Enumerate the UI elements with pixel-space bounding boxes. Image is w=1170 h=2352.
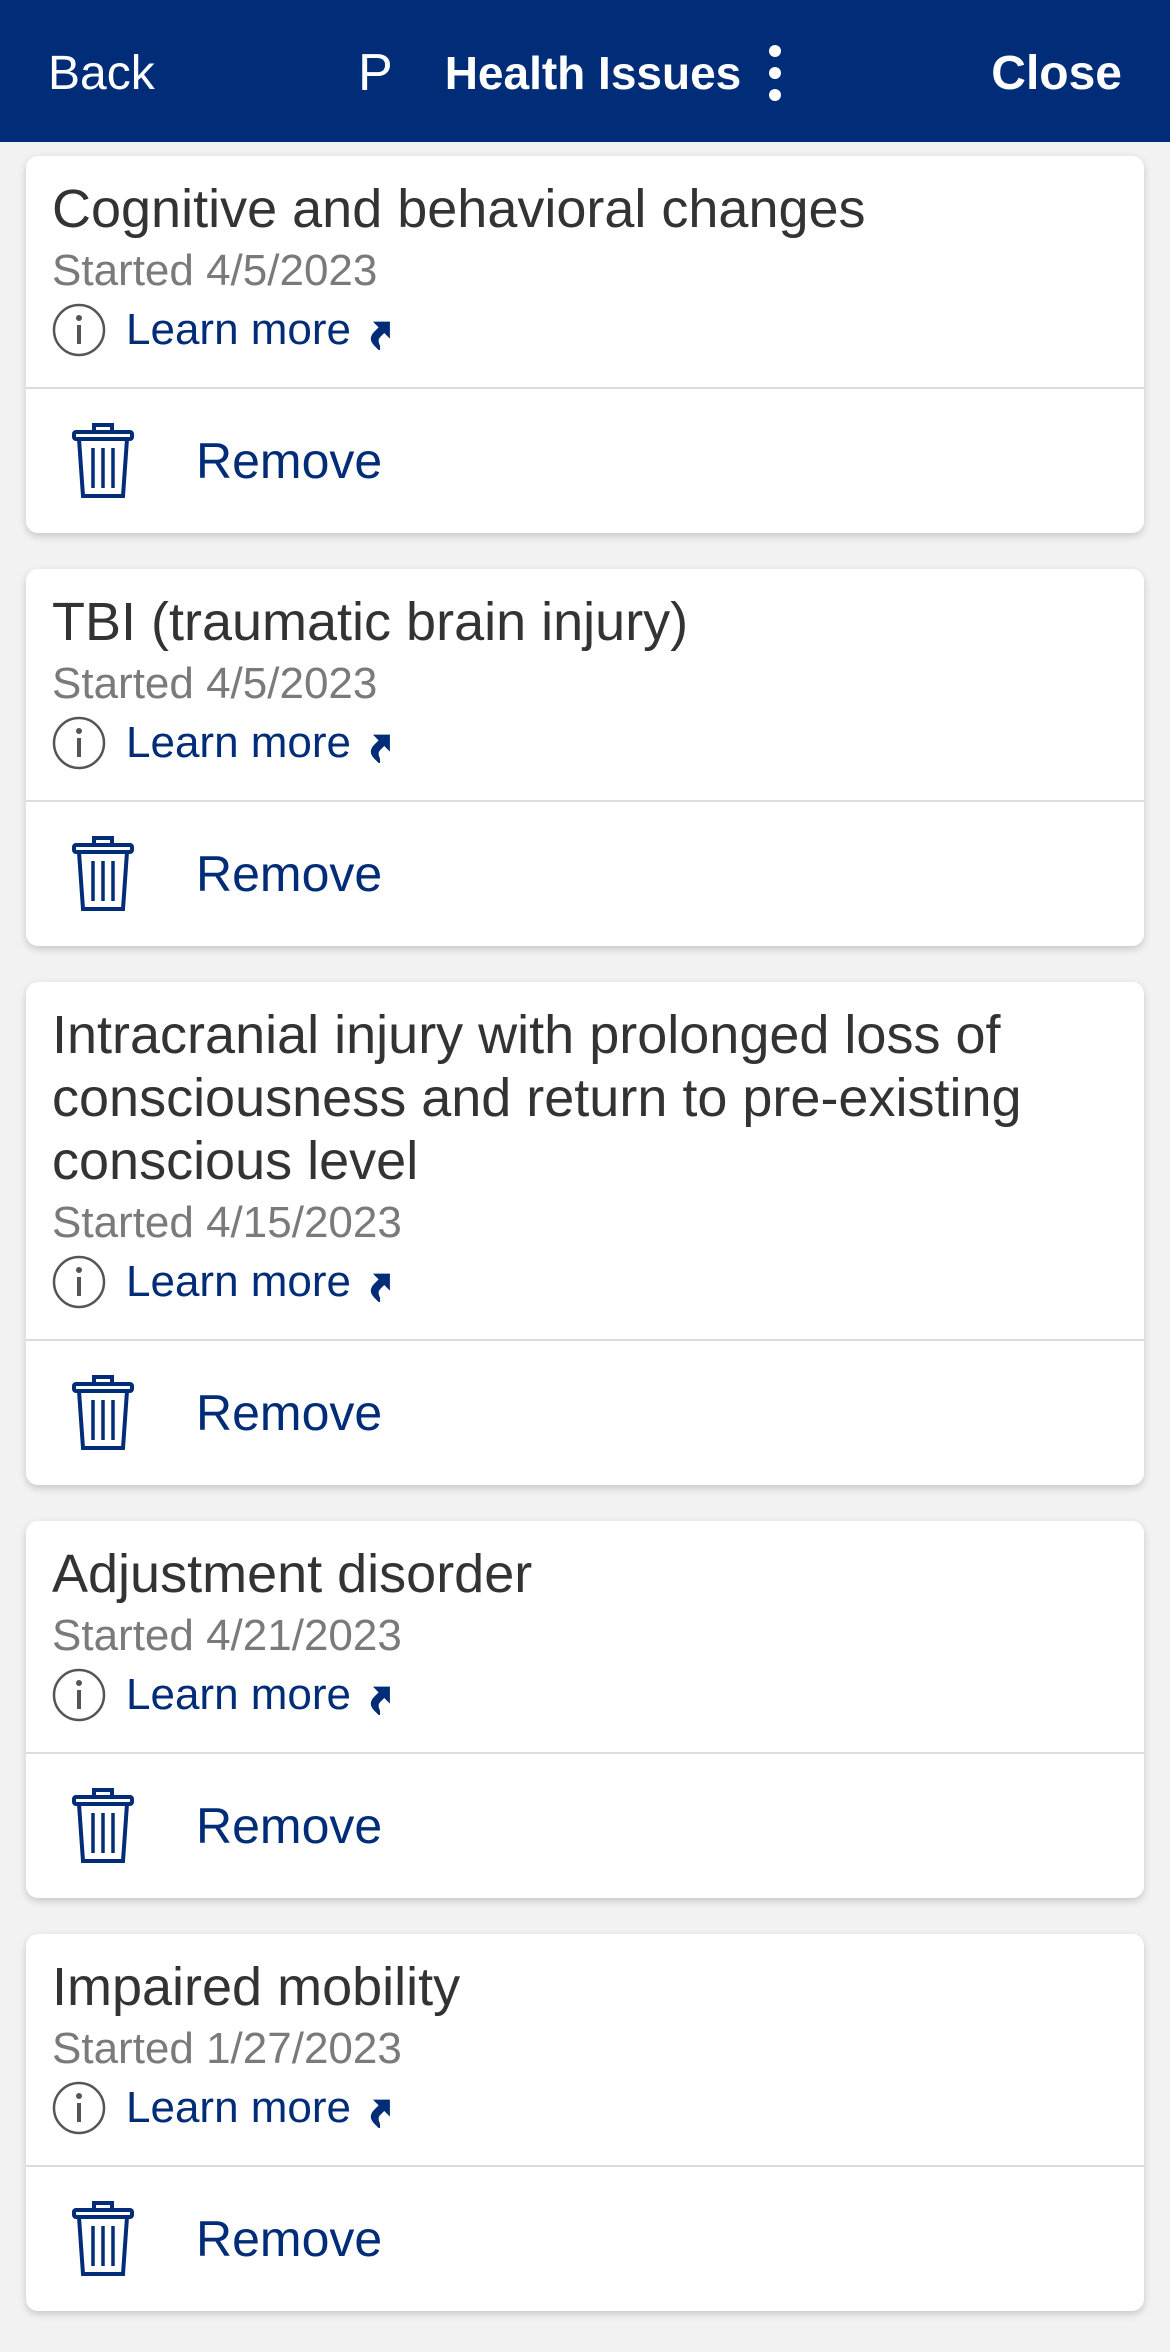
remove-button[interactable]: Remove — [26, 389, 1144, 533]
learn-more-label: Learn more — [126, 305, 352, 354]
issue-start-date: Started 4/5/2023 — [52, 246, 378, 295]
issue-details: Intracranial injury with prolonged loss … — [26, 982, 1144, 1341]
external-link-icon — [370, 321, 390, 350]
issue-start-date: Started 4/15/2023 — [52, 1198, 402, 1247]
issue-details: Impaired mobility Started 1/27/2023 Lear… — [26, 1934, 1144, 2167]
issue-details: Adjustment disorder Started 4/21/2023 Le… — [26, 1521, 1144, 1754]
learn-more-link[interactable]: Learn more — [52, 1666, 1118, 1724]
issue-title: Adjustment disorder — [52, 1544, 533, 1604]
info-icon — [52, 1668, 106, 1722]
trash-icon — [72, 836, 134, 911]
remove-label: Remove — [196, 2211, 383, 2267]
remove-button[interactable]: Remove — [26, 2167, 1144, 2311]
learn-more-label: Learn more — [126, 1257, 352, 1306]
issue-details: TBI (traumatic brain injury) Started 4/5… — [26, 569, 1144, 802]
health-issue-card: Intracranial injury with prolonged loss … — [26, 982, 1144, 1485]
close-button[interactable]: Close — [991, 44, 1122, 104]
header-center: P Health Issues — [358, 40, 785, 106]
learn-more-label: Learn more — [126, 2083, 352, 2132]
back-button[interactable]: Back — [48, 44, 155, 104]
remove-label: Remove — [196, 1798, 383, 1854]
issue-details: Cognitive and behavioral changes Started… — [26, 156, 1144, 389]
info-icon — [52, 716, 106, 770]
issue-start-date: Started 4/21/2023 — [52, 1611, 402, 1660]
learn-more-link[interactable]: Learn more — [52, 1253, 1118, 1311]
health-issue-card: Impaired mobility Started 1/27/2023 Lear… — [26, 1934, 1144, 2311]
learn-more-label: Learn more — [126, 1670, 352, 1719]
remove-label: Remove — [196, 846, 383, 902]
external-link-icon — [370, 2099, 390, 2128]
external-link-icon — [370, 1686, 390, 1715]
trash-icon — [72, 423, 134, 498]
trash-icon — [72, 1375, 134, 1450]
issue-title: Impaired mobility — [52, 1957, 461, 2017]
health-issue-card: TBI (traumatic brain injury) Started 4/5… — [26, 569, 1144, 946]
trash-icon — [72, 1788, 134, 1863]
external-link-icon — [370, 734, 390, 763]
learn-more-link[interactable]: Learn more — [52, 2079, 1118, 2137]
learn-more-label: Learn more — [126, 718, 352, 767]
health-issues-list: Cognitive and behavioral changes Started… — [0, 156, 1170, 2347]
health-issue-card: Adjustment disorder Started 4/21/2023 Le… — [26, 1521, 1144, 1898]
issue-start-date: Started 1/27/2023 — [52, 2024, 402, 2073]
issue-start-date: Started 4/5/2023 — [52, 659, 378, 708]
remove-button[interactable]: Remove — [26, 802, 1144, 946]
learn-more-link[interactable]: Learn more — [52, 714, 1118, 772]
remove-button[interactable]: Remove — [26, 1341, 1144, 1485]
info-icon — [52, 303, 106, 357]
info-icon — [52, 2081, 106, 2135]
patient-avatar[interactable]: P — [358, 43, 393, 103]
top-navigation-bar: Back P Health Issues Close — [0, 0, 1170, 142]
info-icon — [52, 1255, 106, 1309]
external-link-icon — [370, 1273, 390, 1302]
issue-title: TBI (traumatic brain injury) — [52, 592, 689, 652]
remove-button[interactable]: Remove — [26, 1754, 1144, 1898]
issue-title: Cognitive and behavioral changes — [52, 179, 866, 239]
kebab-menu-icon[interactable] — [765, 43, 785, 103]
page-title: Health Issues — [444, 47, 742, 99]
issue-title: Intracranial injury with prolonged loss … — [52, 1005, 1022, 1191]
remove-label: Remove — [196, 1385, 383, 1441]
learn-more-link[interactable]: Learn more — [52, 301, 1118, 359]
health-issue-card: Cognitive and behavioral changes Started… — [26, 156, 1144, 533]
remove-label: Remove — [196, 433, 383, 489]
trash-icon — [72, 2201, 134, 2276]
